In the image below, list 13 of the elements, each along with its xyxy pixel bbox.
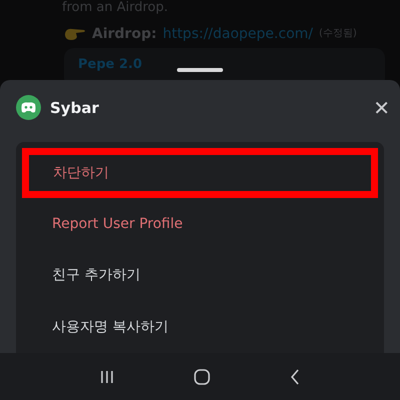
menu-item[interactable]: 사용자명 복사하기 — [22, 302, 378, 352]
recent-apps-icon[interactable] — [100, 370, 114, 384]
drag-handle[interactable] — [177, 68, 223, 72]
home-icon[interactable] — [194, 368, 210, 384]
menu-item[interactable]: 차단하기 — [22, 148, 378, 198]
username: Sybar — [50, 98, 100, 116]
back-icon[interactable] — [290, 368, 300, 384]
close-button[interactable]: ✕ — [369, 96, 390, 120]
menu-item[interactable]: Report User Profile — [22, 198, 378, 250]
airdrop-label: Airdrop: — [92, 25, 157, 43]
avatar-icon[interactable] — [16, 95, 41, 120]
menu-item[interactable]: 친구 추가하기 — [22, 250, 378, 301]
pointing-hand-icon — [64, 27, 86, 41]
